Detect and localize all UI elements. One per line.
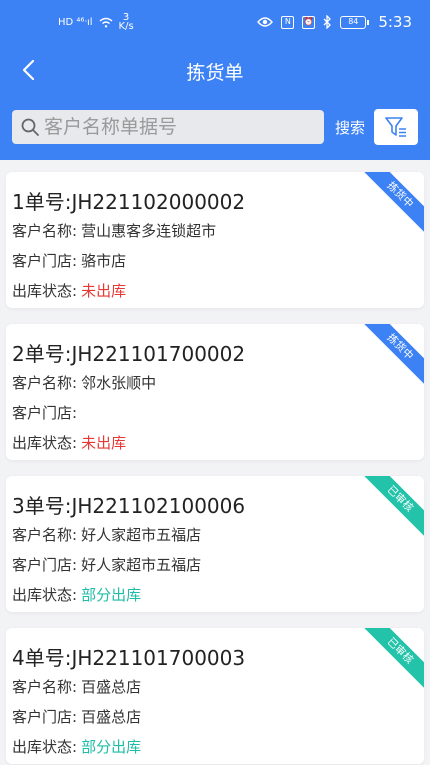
order-card[interactable]: 拣货中 1单号:JH221102000002 客户名称: 营山惠客多连锁超市 客户…: [6, 172, 424, 308]
order-number: 4单号:JH221101700003: [12, 646, 246, 670]
eye-icon: [257, 17, 274, 27]
status-bar: HD ⁴⁶ᐧıl 3 K/s N ⏰ 84 5:33: [0, 0, 430, 44]
customer-store-row: 客户门店: 好人家超市五福店: [12, 556, 202, 574]
search-box[interactable]: [12, 110, 324, 144]
customer-name: 营山惠客多连锁超市: [81, 222, 217, 240]
battery-icon: 84: [340, 15, 370, 29]
order-card[interactable]: 已审核 3单号:JH221102100006 客户名称: 好人家超市五福店 客户门…: [6, 476, 424, 612]
page-title: 拣货单: [186, 62, 244, 84]
status-ribbon: 拣货中: [361, 172, 424, 234]
outbound-status-row: 出库状态: 部分出库: [12, 586, 142, 604]
wifi-icon: [99, 17, 112, 27]
order-number: 1单号:JH221102000002: [12, 190, 246, 214]
status-ribbon: 已审核: [361, 476, 424, 538]
order-number: 3单号:JH221102100006: [12, 494, 246, 518]
order-card[interactable]: 已审核 4单号:JH221101700003 客户名称: 百盛总店 客户门店: 百盛…: [6, 628, 424, 764]
customer-name: 好人家超市五福店: [81, 526, 202, 544]
order-card[interactable]: 拣货中 2单号:JH221101700002 客户名称: 邻水张顺中 客户门店: …: [6, 324, 424, 460]
status-ribbon: 已审核: [361, 628, 424, 690]
bluetooth-icon: [323, 15, 332, 29]
outbound-status: 未出库: [81, 282, 127, 300]
outbound-status-row: 出库状态: 未出库: [12, 434, 127, 452]
customer-store-row: 客户门店: 骆市店: [12, 252, 127, 270]
customer-store-row: 客户门店: 百盛总店: [12, 708, 142, 726]
status-left: HD ⁴⁶ᐧıl 3 K/s: [58, 12, 134, 32]
filter-icon: [385, 117, 406, 137]
nfc-icon: N: [281, 15, 295, 29]
search-icon: [21, 118, 39, 136]
customer-name: 邻水张顺中: [81, 374, 157, 392]
filter-button[interactable]: [374, 109, 418, 145]
order-number: 2单号:JH221101700002: [12, 342, 246, 366]
signal-text: HD ⁴⁶ᐧıl: [58, 16, 93, 28]
outbound-status: 部分出库: [81, 738, 142, 756]
customer-name-row: 客户名称: 百盛总店: [12, 678, 142, 696]
clock: 5:33: [378, 13, 412, 31]
status-ribbon: 拣货中: [361, 324, 424, 386]
outbound-status-row: 出库状态: 部分出库: [12, 738, 142, 756]
customer-name-row: 客户名称: 好人家超市五福店: [12, 526, 202, 544]
customer-name: 百盛总店: [81, 678, 142, 696]
search-input[interactable]: [44, 116, 314, 138]
network-speed: 3 K/s: [118, 12, 134, 32]
customer-name-row: 客户名称: 邻水张顺中: [12, 374, 157, 392]
outbound-status: 未出库: [81, 434, 127, 452]
customer-store: 好人家超市五福店: [81, 556, 202, 574]
header: HD ⁴⁶ᐧıl 3 K/s N ⏰ 84 5:33 拣货单 搜索: [0, 0, 430, 160]
navbar: 拣货单: [0, 44, 430, 96]
customer-name-row: 客户名称: 营山惠客多连锁超市: [12, 222, 217, 240]
outbound-status: 部分出库: [81, 586, 142, 604]
outbound-status-row: 出库状态: 未出库: [12, 282, 127, 300]
alarm-icon: ⏰: [302, 15, 316, 29]
customer-store: 骆市店: [81, 252, 127, 270]
customer-store-row: 客户门店:: [12, 404, 78, 422]
status-right: N ⏰ 84 5:33: [257, 13, 412, 31]
search-button[interactable]: 搜索: [335, 117, 365, 138]
customer-store: 百盛总店: [81, 708, 142, 726]
search-row: 搜索: [12, 108, 418, 148]
